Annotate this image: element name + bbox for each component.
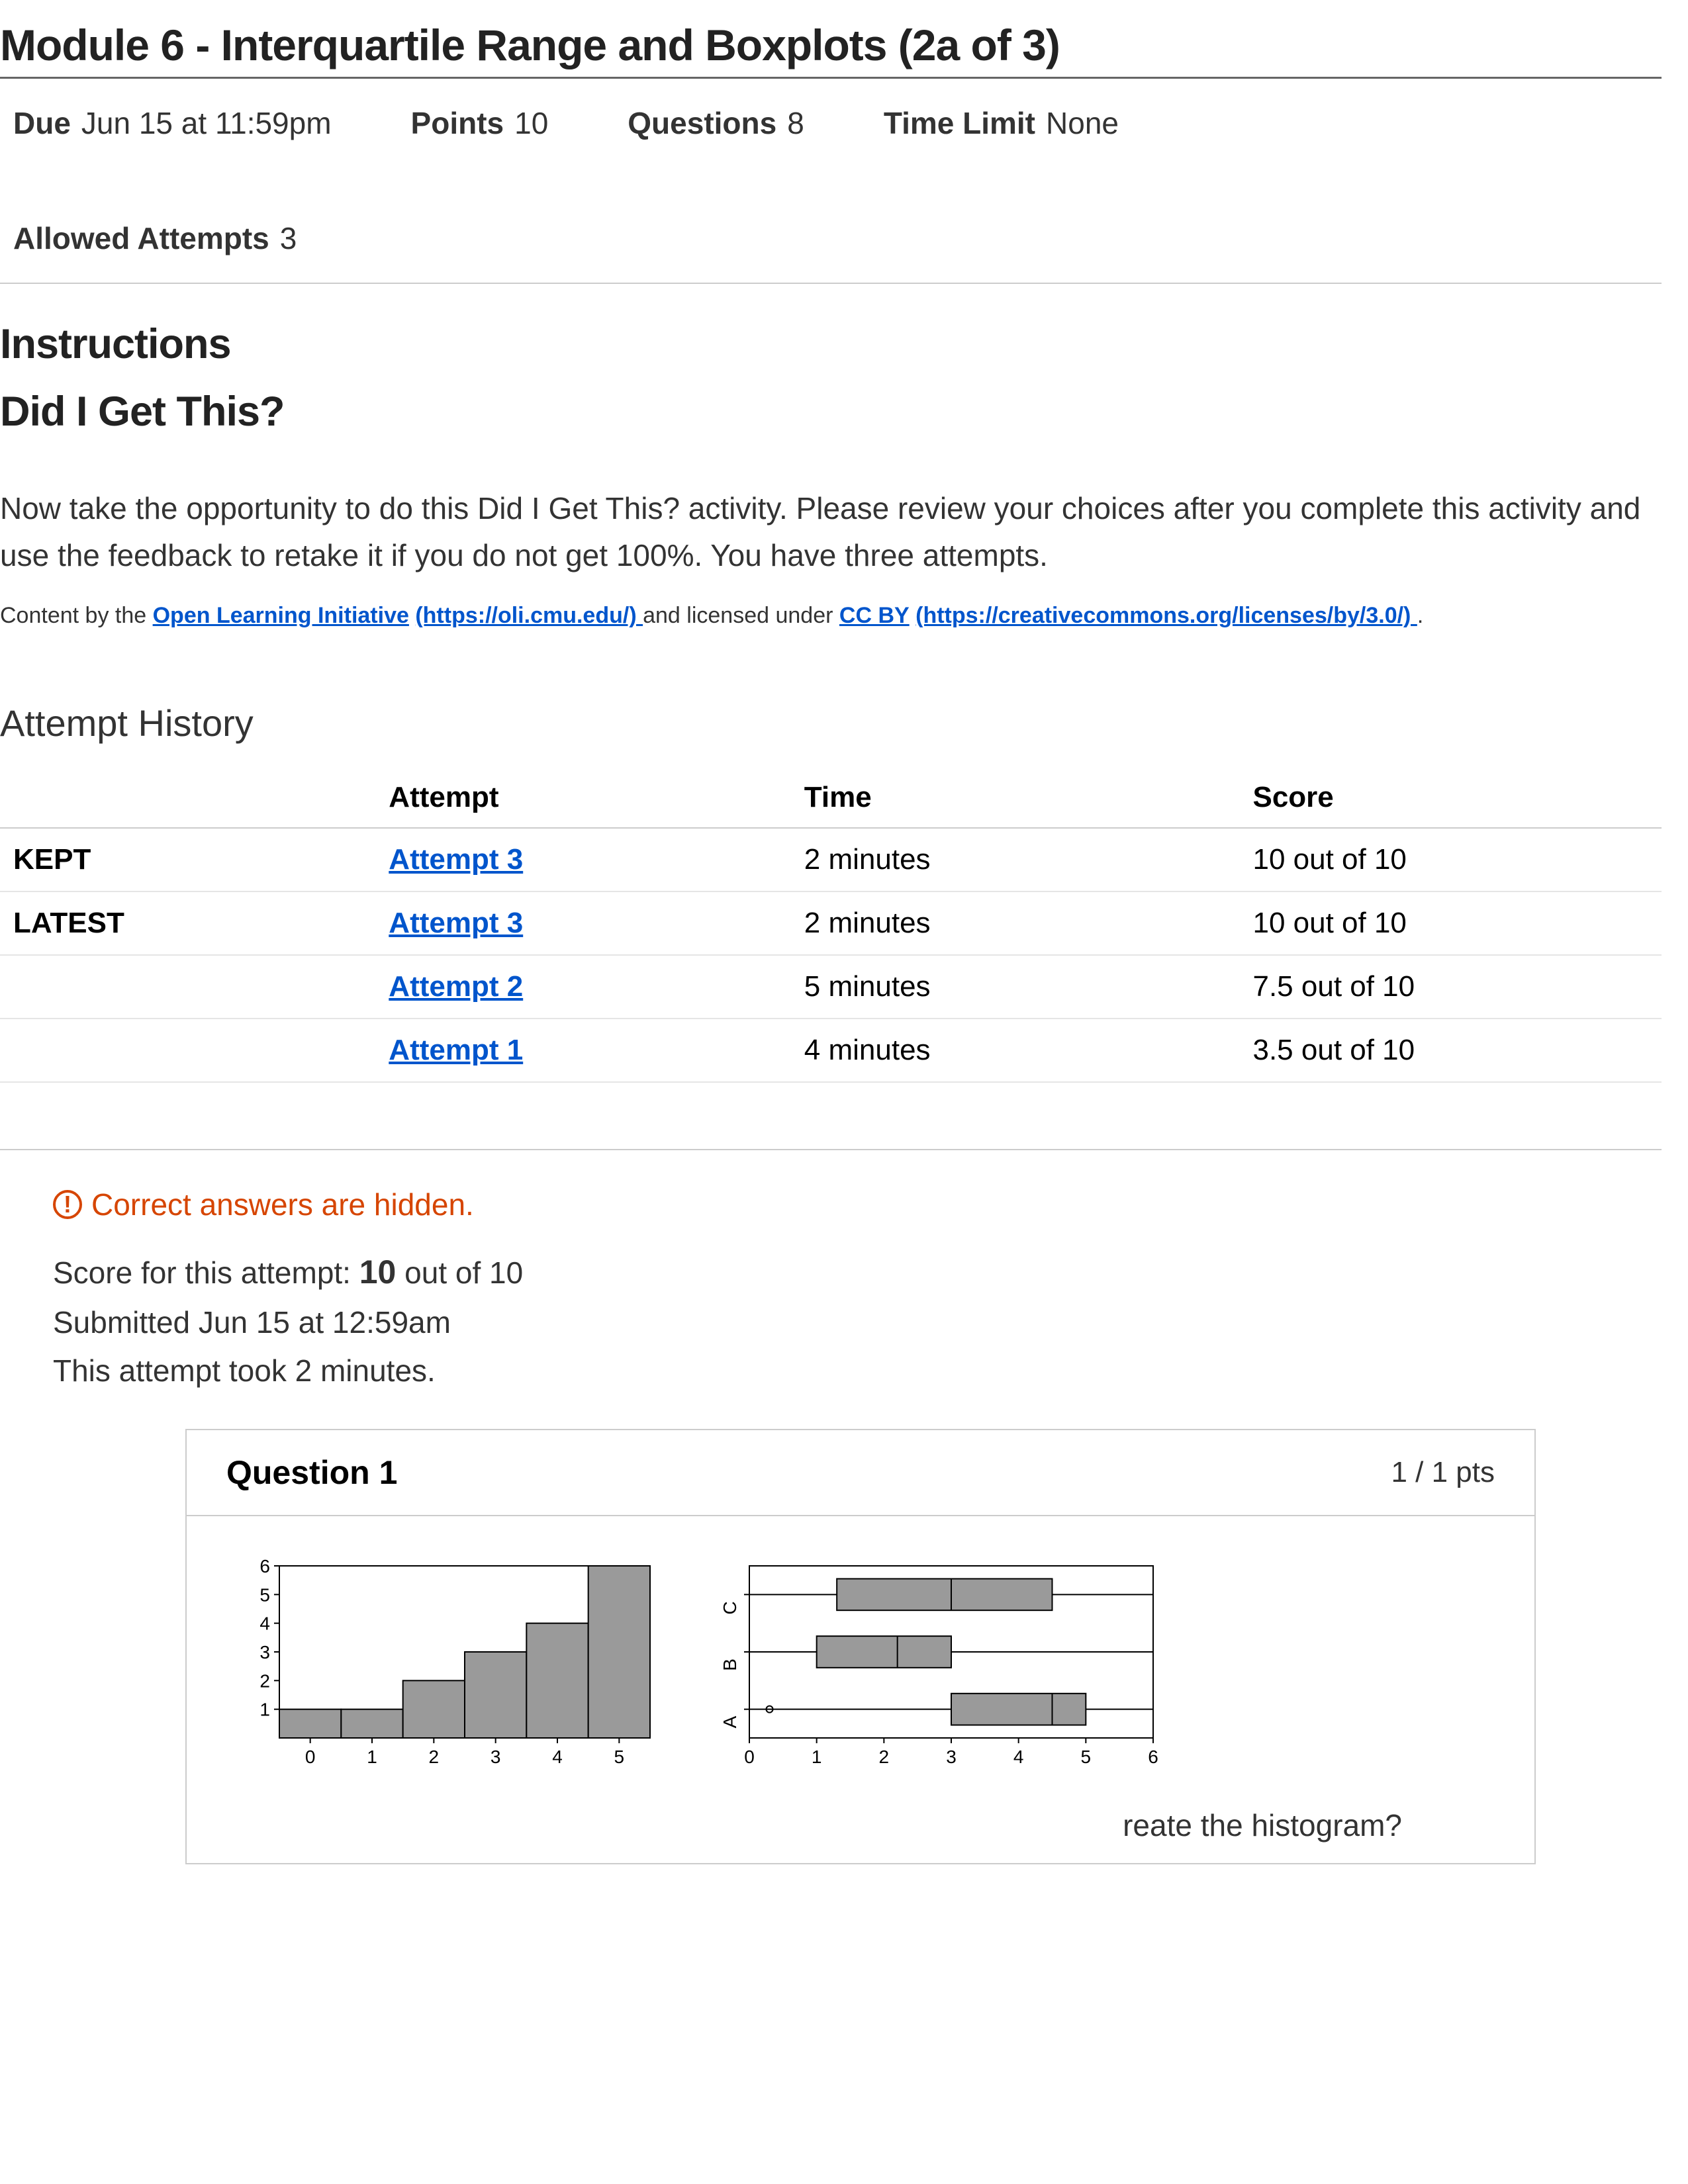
attempt-link[interactable]: Attempt 3 <box>389 907 523 939</box>
svg-text:5: 5 <box>259 1584 270 1605</box>
meta-due-label: Due <box>13 105 71 141</box>
table-col-blank <box>0 768 382 828</box>
meta-bar: Due Jun 15 at 11:59pm Points 10 Question… <box>0 79 1662 284</box>
svg-text:6: 6 <box>259 1556 270 1576</box>
svg-text:1: 1 <box>367 1747 377 1767</box>
svg-text:4: 4 <box>259 1613 270 1633</box>
question-title: Question 1 <box>226 1453 397 1492</box>
hidden-answers-notice: ! Correct answers are hidden. <box>53 1187 1662 1222</box>
score-summary: Score for this attempt: 10 out of 10 Sub… <box>53 1246 1662 1396</box>
svg-text:0: 0 <box>744 1747 755 1767</box>
svg-text:1: 1 <box>259 1699 270 1719</box>
svg-text:4: 4 <box>552 1747 563 1767</box>
row-score: 10 out of 10 <box>1246 891 1662 955</box>
row-time: 2 minutes <box>798 828 1246 891</box>
meta-attempts-value: 3 <box>280 220 297 256</box>
hidden-answers-text: Correct answers are hidden. <box>91 1187 474 1222</box>
attempt-link[interactable]: Attempt 3 <box>389 843 523 876</box>
svg-text:B: B <box>720 1659 740 1671</box>
question-header: Question 1 1 / 1 pts <box>187 1430 1534 1516</box>
meta-attempts-label: Allowed Attempts <box>13 220 269 256</box>
question-points: 1 / 1 pts <box>1391 1456 1495 1489</box>
table-row: KEPTAttempt 3 2 minutes10 out of 10 <box>0 828 1662 891</box>
row-time: 4 minutes <box>798 1019 1246 1082</box>
table-col-attempt: Attempt <box>382 768 798 828</box>
row-score: 10 out of 10 <box>1246 828 1662 891</box>
svg-text:5: 5 <box>614 1747 625 1767</box>
score-line1-score: 10 <box>359 1253 397 1291</box>
meta-attempts: Allowed Attempts 3 <box>13 220 1662 256</box>
row-score: 3.5 out of 10 <box>1246 1019 1662 1082</box>
divider <box>0 1149 1662 1150</box>
svg-text:4: 4 <box>1013 1747 1024 1767</box>
exclamation-icon: ! <box>53 1190 82 1219</box>
row-label <box>0 1019 382 1082</box>
meta-questions-label: Questions <box>628 105 776 141</box>
svg-text:A: A <box>720 1715 740 1728</box>
svg-text:C: C <box>720 1601 740 1614</box>
license-mid: and licensed under <box>643 603 839 628</box>
boxplot-chart: A B C 0 1 2 3 4 5 6 <box>703 1553 1166 1771</box>
license-link-ccby-url[interactable]: (https://creativecommons.org/licenses/by… <box>915 603 1417 628</box>
svg-text:6: 6 <box>1148 1747 1158 1767</box>
instructions-heading: Instructions <box>0 320 1662 368</box>
row-time: 5 minutes <box>798 955 1246 1019</box>
meta-points: Points 10 <box>411 105 549 141</box>
row-label <box>0 955 382 1019</box>
license-link-oli-url[interactable]: (https://oli.cmu.edu/) <box>415 603 643 628</box>
score-line2: Submitted Jun 15 at 12:59am <box>53 1298 1662 1347</box>
meta-points-value: 10 <box>514 105 548 141</box>
row-time: 2 minutes <box>798 891 1246 955</box>
svg-text:0: 0 <box>305 1747 316 1767</box>
svg-text:2: 2 <box>259 1670 270 1691</box>
license-link-oli[interactable]: Open Learning Initiative <box>153 603 409 628</box>
svg-text:5: 5 <box>1081 1747 1092 1767</box>
meta-due-value: Jun 15 at 11:59pm <box>81 105 332 141</box>
svg-text:2: 2 <box>879 1747 890 1767</box>
meta-due: Due Jun 15 at 11:59pm <box>13 105 332 141</box>
page-title: Module 6 - Interquartile Range and Boxpl… <box>0 20 1662 79</box>
meta-points-label: Points <box>411 105 504 141</box>
instructions-body: Now take the opportunity to do this Did … <box>0 485 1662 580</box>
histogram-chart: 1 2 3 4 5 6 0 1 2 3 4 5 <box>226 1553 663 1771</box>
attempt-link[interactable]: Attempt 2 <box>389 970 523 1003</box>
table-row: Attempt 1 4 minutes3.5 out of 10 <box>0 1019 1662 1082</box>
table-row: Attempt 2 5 minutes7.5 out of 10 <box>0 955 1662 1019</box>
meta-timelimit-value: None <box>1046 105 1119 141</box>
license-prefix: Content by the <box>0 603 153 628</box>
meta-questions: Questions 8 <box>628 105 804 141</box>
question-body: 1 2 3 4 5 6 0 1 2 3 4 5 A B C 0 1 2 3 4 5 6 reate the histog… <box>187 1516 1534 1863</box>
row-label: LATEST <box>0 891 382 955</box>
question-trailing-text: reate the histogram? <box>226 1807 1495 1843</box>
meta-timelimit-label: Time Limit <box>884 105 1035 141</box>
attempt-history-table: Attempt Time Score KEPTAttempt 3 2 minute… <box>0 768 1662 1083</box>
attempt-history-heading: Attempt History <box>0 702 1662 745</box>
svg-text:2: 2 <box>429 1747 440 1767</box>
svg-text:3: 3 <box>259 1642 270 1662</box>
row-label: KEPT <box>0 828 382 891</box>
score-line1-suffix: out of 10 <box>396 1255 523 1290</box>
score-line3: This attempt took 2 minutes. <box>53 1347 1662 1396</box>
table-col-time: Time <box>798 768 1246 828</box>
score-line1-prefix: Score for this attempt: <box>53 1255 359 1290</box>
license-line: Content by the Open Learning Initiative … <box>0 603 1662 629</box>
svg-text:1: 1 <box>812 1747 822 1767</box>
svg-text:3: 3 <box>491 1747 501 1767</box>
svg-text:3: 3 <box>946 1747 957 1767</box>
license-suffix: . <box>1417 603 1423 628</box>
question-card: Question 1 1 / 1 pts 1 2 3 4 5 6 0 1 2 3 4 5 A B C 0 1 2… <box>185 1429 1536 1864</box>
meta-timelimit: Time Limit None <box>884 105 1119 141</box>
table-col-score: Score <box>1246 768 1662 828</box>
table-row: LATESTAttempt 3 2 minutes10 out of 10 <box>0 891 1662 955</box>
attempt-link[interactable]: Attempt 1 <box>389 1034 523 1066</box>
row-score: 7.5 out of 10 <box>1246 955 1662 1019</box>
instructions-subheading: Did I Get This? <box>0 388 1662 435</box>
meta-questions-value: 8 <box>787 105 804 141</box>
license-link-ccby[interactable]: CC BY <box>839 603 910 628</box>
